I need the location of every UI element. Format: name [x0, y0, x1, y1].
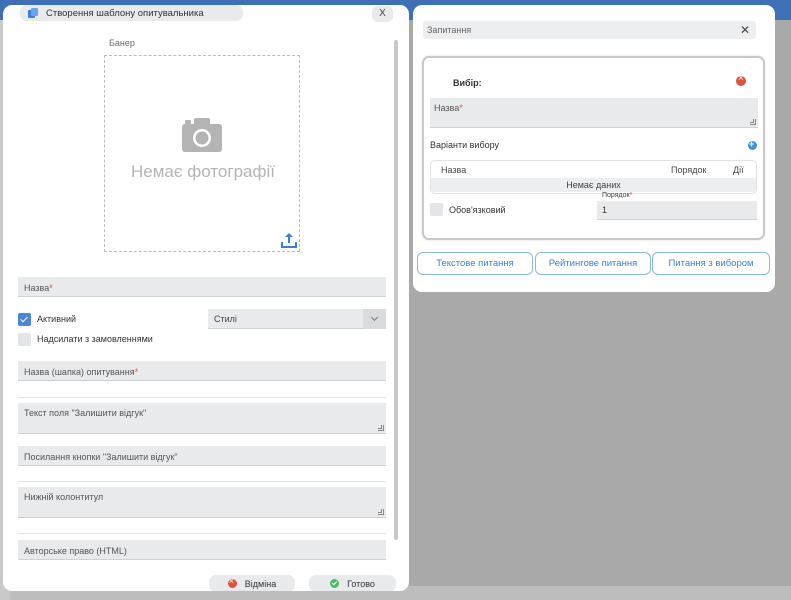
close-button[interactable]: X [372, 6, 393, 22]
remove-icon[interactable] [736, 73, 746, 86]
table-header-order: Порядок [671, 165, 707, 175]
camera-icon [182, 118, 222, 152]
footer-field[interactable]: Нижній колонтитул [18, 487, 386, 518]
order-input[interactable]: 1 [597, 201, 757, 220]
feedback-link-field[interactable]: Посилання кнопки "Залишити відгук" [18, 446, 386, 466]
choice-name-label: Назва [434, 103, 460, 113]
divider [18, 481, 386, 482]
no-photo-text: Немає фотографії [131, 162, 275, 181]
active-checkbox[interactable] [18, 313, 31, 326]
name-field-label: Назва [24, 283, 50, 293]
add-text-question-button[interactable]: Текстове питання [417, 252, 533, 275]
name-field[interactable]: Назва* [18, 277, 386, 297]
active-label: Активний [37, 314, 76, 324]
questions-header-label: Запитання [427, 25, 472, 35]
add-rating-question-button[interactable]: Рейтингове питання [535, 252, 651, 275]
options-label: Варіанти вибору [430, 140, 500, 150]
modal-title: Створення шаблону опитувальника [20, 5, 243, 21]
send-with-orders-checkbox[interactable] [18, 333, 31, 346]
resize-grip-icon[interactable] [378, 425, 384, 431]
cancel-icon [227, 576, 237, 588]
table-header-actions: Дії [733, 165, 744, 175]
choice-name-field[interactable]: Назва* [430, 98, 758, 128]
styles-select-value: Стилі [214, 314, 237, 324]
required-mark: * [629, 192, 633, 199]
order-label-text: Порядок [602, 192, 630, 199]
required-label: Обов'язковий [449, 205, 506, 215]
copyright-field[interactable]: Авторське право (HTML) [18, 540, 386, 560]
table-header-name: Назва [441, 165, 467, 175]
close-icon[interactable]: ✕ [740, 23, 750, 37]
no-data-text: Немає даних [431, 178, 756, 192]
cancel-button[interactable]: Відміна [209, 575, 295, 591]
done-button-label: Готово [347, 578, 375, 589]
options-table: Назва Порядок Дії Немає даних [430, 160, 757, 194]
survey-header-label: Назва (шапка) опитування [24, 367, 135, 377]
resize-grip-icon[interactable] [750, 119, 756, 125]
done-button[interactable]: Готово [309, 575, 396, 591]
required-mark: * [134, 367, 139, 377]
copy-icon [28, 8, 38, 18]
cancel-button-label: Відміна [244, 578, 277, 589]
add-option-icon[interactable] [748, 139, 757, 150]
choice-question-card: Вибір: Назва* Варіанти вибору Назва Поря… [422, 56, 765, 240]
resize-grip-icon[interactable] [378, 509, 384, 515]
send-with-orders-label: Надсилати з замовленнями [37, 334, 153, 344]
banner-dropzone[interactable]: Немає фотографії [104, 55, 300, 252]
choice-title: Вибір: [453, 78, 482, 88]
styles-select[interactable]: Стилі [208, 309, 386, 329]
footer-label: Нижній колонтитул [24, 492, 104, 502]
banner-label: Банер [109, 38, 135, 48]
survey-template-modal: Створення шаблону опитувальника X Банер … [3, 5, 409, 591]
questions-modal: Запитання ✕ Вибір: Назва* Варіанти вибор… [413, 5, 775, 292]
divider [18, 397, 386, 398]
add-choice-question-button[interactable]: Питання з вибором [652, 252, 770, 275]
order-label: Порядок* [602, 192, 632, 199]
scrollbar[interactable] [394, 40, 398, 540]
survey-header-field[interactable]: Назва (шапка) опитування* [18, 361, 386, 381]
modal-title-text: Створення шаблону опитувальника [46, 7, 204, 19]
required-mark: * [459, 103, 463, 113]
copyright-label: Авторське право (HTML) [24, 546, 127, 556]
chevron-down-icon[interactable] [363, 309, 386, 329]
required-mark: * [49, 283, 53, 293]
feedback-link-label: Посилання кнопки "Залишити відгук" [24, 452, 178, 462]
upload-icon[interactable] [281, 232, 297, 248]
questions-header: Запитання ✕ [423, 21, 756, 39]
feedback-text-field[interactable]: Текст поля "Залишити відгук" [18, 403, 386, 434]
check-icon [330, 579, 340, 588]
required-checkbox[interactable] [430, 203, 443, 216]
divider [18, 533, 386, 534]
feedback-text-label: Текст поля "Залишити відгук" [24, 408, 147, 418]
